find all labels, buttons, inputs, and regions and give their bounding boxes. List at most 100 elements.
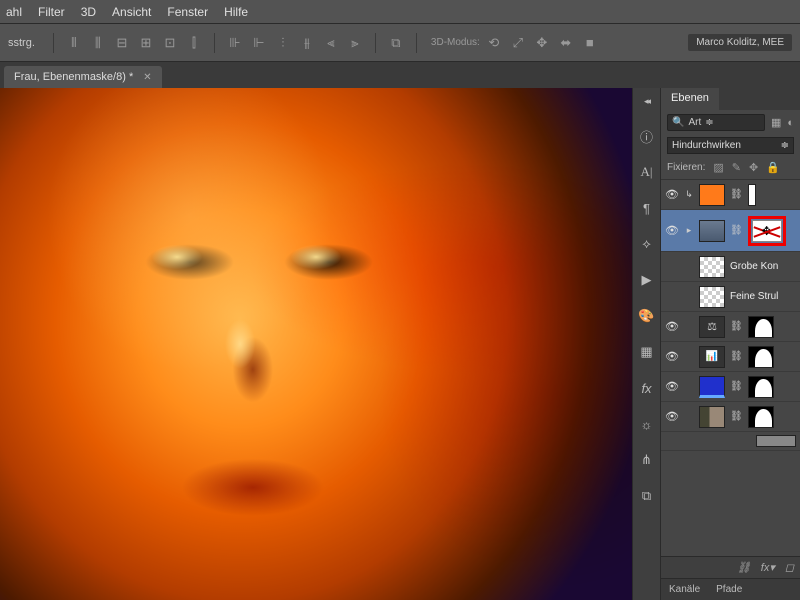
visibility-icon[interactable]: 👁 [665,224,679,237]
align-icon[interactable]: ⫴ [64,33,84,53]
link-icon[interactable]: ⛓ [730,225,743,236]
filter-type-select[interactable]: 🔍 Art ≑ [667,114,765,131]
mask-thumb[interactable] [748,346,774,368]
swatches-icon[interactable]: ▦ [636,341,658,363]
layer-row[interactable]: 👁 ↳ ⛓ [661,180,800,210]
visibility-icon[interactable]: 👁 [665,380,679,393]
mask-thumb[interactable] [748,316,774,338]
filter-pixel-icon[interactable]: ▦ [771,116,781,129]
layer-row[interactable]: Feine Strul [661,282,800,312]
visibility-icon[interactable]: 👁 [665,188,679,201]
3d-icon[interactable]: ⤢ [508,33,528,53]
folder-thumb[interactable] [699,220,725,242]
layer-thumb[interactable] [699,256,725,278]
info-icon[interactable]: ⓘ [636,125,658,147]
clip-icon: ↳ [684,189,694,200]
3d-icon[interactable]: ⟲ [484,33,504,53]
link-icon[interactable]: ⛓ [730,351,743,362]
measurement-icon[interactable]: ⟡ [636,233,658,255]
3d-icon[interactable]: ✥ [532,33,552,53]
layer-row[interactable]: 👁 ⛓ [661,372,800,402]
adjustment-thumb[interactable]: ⚖ [699,316,725,338]
visibility-icon[interactable]: 👁 [665,350,679,363]
align-icon[interactable]: ⊞ [136,33,156,53]
layer-thumb[interactable] [699,184,725,206]
layer-thumb[interactable] [699,286,725,308]
expand-icon[interactable]: ▸ [684,225,694,236]
align-icon[interactable]: ⫿ [184,33,204,53]
link-icon[interactable]: ⛓ [730,411,743,422]
layers-tab[interactable]: Ebenen [661,88,719,110]
character-icon[interactable]: A| [636,161,658,183]
visibility-icon[interactable]: 👁 [665,410,679,423]
dropdown-icon: ≑ [705,117,713,128]
link-icon[interactable]: ⛓ [730,381,743,392]
dropdown-icon: ≑ [781,140,789,151]
layer-row[interactable]: 👁 ⛓ [661,402,800,432]
layer-row[interactable] [661,432,800,451]
layer-thumb[interactable] [756,435,796,447]
link-layers-icon[interactable]: ⛓ [737,561,751,574]
adjustment-thumb[interactable]: 📊 [699,346,725,368]
paragraph-icon[interactable]: ¶ [636,197,658,219]
align-icon[interactable]: ⊟ [112,33,132,53]
mask-thumb[interactable] [748,376,774,398]
link-icon[interactable]: ⛓ [730,189,743,200]
layer-list: 👁 ↳ ⛓ 👁 ▸ ⛓ ✥ [661,180,800,556]
layer-thumb[interactable] [699,406,725,428]
layer-name[interactable]: Grobe Kon [730,261,778,272]
lock-position-icon[interactable]: ✥ [749,161,758,174]
layer-name[interactable]: Feine Strul [730,291,778,302]
user-badge[interactable]: Marco Kolditz, MEE [688,34,792,51]
menu-item[interactable]: ahl [6,5,22,19]
fx-icon[interactable]: fx▾ [761,561,775,574]
lock-transparency-icon[interactable]: ▨ [713,161,723,174]
distribute-icon[interactable]: ⫷ [321,33,341,53]
layer-group-row[interactable]: 👁 ▸ ⛓ ✥ [661,210,800,252]
3d-icon[interactable]: ■ [580,33,600,53]
align-icon[interactable]: ⫼ [88,33,108,53]
menu-item[interactable]: 3D [81,5,96,19]
no-drop-mask-thumb[interactable]: ✥ [752,220,782,242]
lock-pixels-icon[interactable]: ✎ [732,161,741,174]
collapse-icon[interactable]: ◂◂ [644,96,649,107]
blend-mode-select[interactable]: Hindurchwirken ≑ [667,137,794,154]
clone-icon[interactable]: ⧉ [636,485,658,507]
distribute-icon[interactable]: ⫸ [345,33,365,53]
menu-item[interactable]: Hilfe [224,5,248,19]
distribute-icon[interactable]: ⫶ [273,33,293,53]
styles-icon[interactable]: fx [636,377,658,399]
mask-icon[interactable]: ◻ [785,561,794,574]
mask-thumb[interactable] [748,184,756,206]
menu-item[interactable]: Ansicht [112,5,151,19]
align-icon[interactable]: ⊡ [160,33,180,53]
mask-thumb[interactable] [748,406,774,428]
3d-icon[interactable]: ⬌ [556,33,576,53]
blend-mode-row: Hindurchwirken ≑ [661,135,800,158]
layer-thumb[interactable] [699,376,725,398]
paths-tab[interactable]: Pfade [708,580,750,599]
link-icon[interactable]: ⛓ [730,321,743,332]
menu-item[interactable]: Filter [38,5,65,19]
distribute-icon[interactable]: ⫵ [297,33,317,53]
close-icon[interactable]: ✕ [143,72,151,83]
menu-item[interactable]: Fenster [167,5,208,19]
canvas-area[interactable] [0,88,632,600]
layer-row[interactable]: Grobe Kon [661,252,800,282]
timeline-icon[interactable]: ▶ [636,269,658,291]
cursor-icon: ✥ [762,224,772,238]
lock-all-icon[interactable]: 🔒 [766,161,780,174]
adjustments-icon[interactable]: ☼ [636,413,658,435]
distribute-icon[interactable]: ⊩ [249,33,269,53]
layer-row[interactable]: 👁 📊 ⛓ [661,342,800,372]
brushes-icon[interactable]: ⋔ [636,449,658,471]
auto-align-icon[interactable]: ⧉ [386,33,406,53]
color-icon[interactable]: 🎨 [636,305,658,327]
document-tab[interactable]: Frau, Ebenenmaske/8) * ✕ [4,66,162,88]
filter-adjust-icon[interactable]: ◐ [787,117,794,129]
distribute-icon[interactable]: ⊪ [225,33,245,53]
layer-row[interactable]: 👁 ⚖ ⛓ [661,312,800,342]
bottom-panel-tabs: Kanäle Pfade [661,578,800,600]
channels-tab[interactable]: Kanäle [661,580,708,599]
visibility-icon[interactable]: 👁 [665,320,679,333]
